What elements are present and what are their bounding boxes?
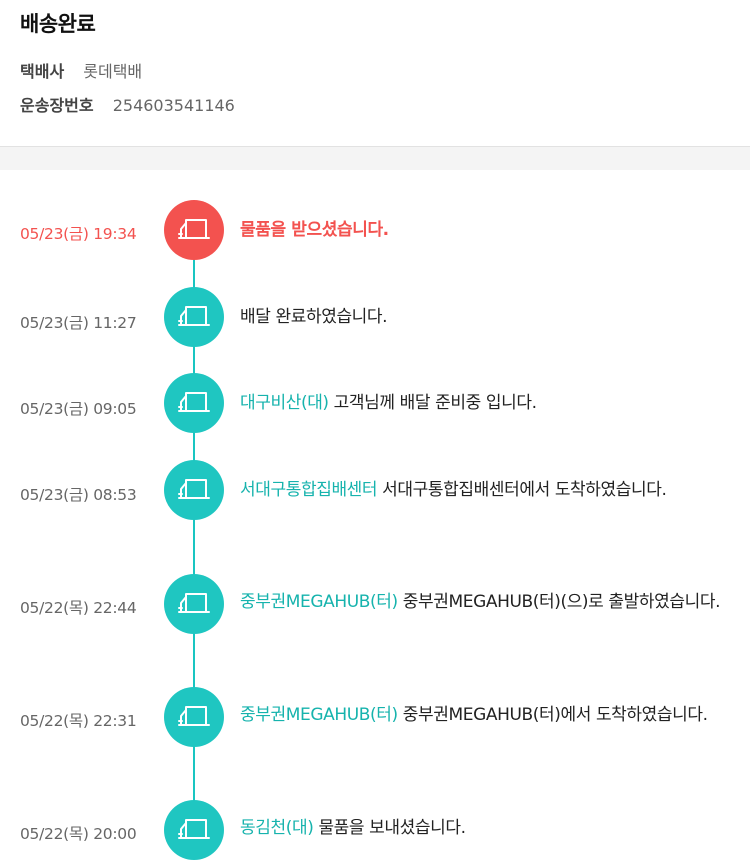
delivery-summary: 배송완료 택배사 롯데택배 운송장번호 254603541146 (0, 0, 750, 146)
tracking-number: 254603541146 (112, 96, 235, 115)
tracking-row: 운송장번호 254603541146 (20, 92, 235, 116)
delivery-truck-icon (164, 687, 224, 747)
event-time: 05/23(금) 11:27 (20, 314, 137, 332)
delivery-truck-icon (164, 460, 224, 520)
event-message: 배달 완료하였습니다. (240, 307, 388, 327)
event-message: 서대구통합집배센터에서 도착하였습니다. (377, 480, 667, 500)
event-time: 05/22(목) 22:44 (20, 599, 137, 617)
event-time: 05/23(금) 09:05 (20, 400, 137, 418)
section-divider (0, 146, 750, 170)
event-description: 배달 완료하였습니다. (240, 304, 735, 330)
event-message: 물품을 받으셨습니다. (240, 220, 389, 240)
delivery-truck-icon (164, 373, 224, 433)
event-location: 동김천(대) (240, 818, 314, 838)
event-message: 고객님께 배달 준비중 입니다. (328, 393, 537, 413)
event-time: 05/23(금) 08:53 (20, 486, 137, 504)
tracking-label: 운송장번호 (20, 96, 94, 115)
delivery-truck-icon (164, 287, 224, 347)
event-location: 중부권MEGAHUB(터) (240, 592, 398, 612)
event-location: 대구비산(대) (240, 393, 329, 413)
event-location: 서대구통합집배센터 (240, 480, 378, 500)
event-time: 05/23(금) 19:34 (20, 225, 137, 243)
courier-value: 롯데택배 (83, 62, 143, 81)
event-description: 중부권MEGAHUB(터) 중부권MEGAHUB(터)에서 도착하였습니다. (240, 702, 735, 728)
event-message: 중부권MEGAHUB(터)(으)로 출발하였습니다. (397, 592, 721, 612)
event-description: 물품을 받으셨습니다. (240, 217, 735, 243)
event-description: 서대구통합집배센터 서대구통합집배센터에서 도착하였습니다. (240, 477, 735, 503)
delivery-truck-icon (164, 574, 224, 634)
event-time: 05/22(목) 20:00 (20, 825, 137, 843)
event-message: 중부권MEGAHUB(터)에서 도착하였습니다. (397, 705, 708, 725)
event-time: 05/22(목) 22:31 (20, 712, 137, 730)
page-title: 배송완료 (20, 12, 96, 36)
courier-row: 택배사 롯데택배 (20, 58, 142, 82)
delivery-truck-icon (164, 200, 224, 260)
event-description: 동김천(대) 물품을 보내셨습니다. (240, 815, 735, 841)
event-message: 물품을 보내셨습니다. (313, 818, 466, 838)
event-description: 중부권MEGAHUB(터) 중부권MEGAHUB(터)(으)로 출발하였습니다. (240, 589, 735, 615)
courier-label: 택배사 (20, 62, 65, 81)
delivery-truck-icon (164, 800, 224, 860)
event-description: 대구비산(대) 고객님께 배달 준비중 입니다. (240, 390, 735, 416)
event-location: 중부권MEGAHUB(터) (240, 705, 398, 725)
